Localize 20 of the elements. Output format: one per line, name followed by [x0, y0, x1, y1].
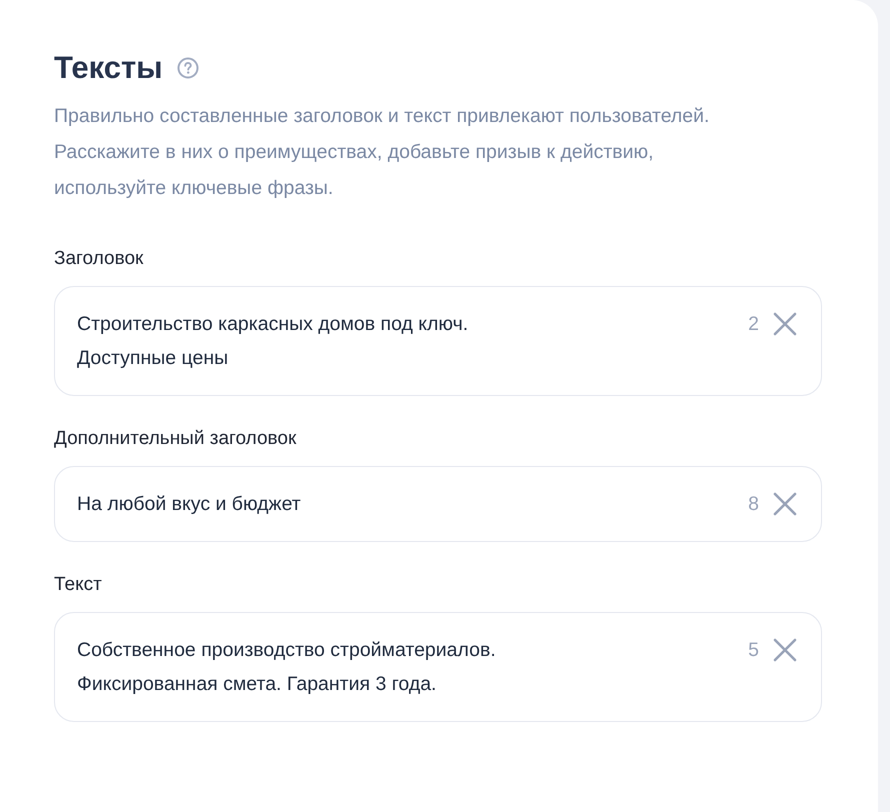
field-value-line: На любой вкус и бюджет [77, 492, 302, 517]
section-description: Правильно составленные заголовок и текст привлекают пользователей. Расскажите в них о преимуществах, добавьте призыв к действию, используйте ключевые фразы. [54, 104, 710, 201]
text-field[interactable]: На любой вкус и бюджет 8 [54, 466, 822, 542]
field-label: Дополнительный заголовок [54, 427, 298, 451]
clear-icon[interactable] [773, 492, 797, 516]
text-field[interactable]: Собственное производство стройматериалов. Фиксированная смета. Гарантия 3 года. 5 [54, 612, 822, 722]
text-field[interactable]: Строительство каркасных домов под ключ. Доступные цены 2 [54, 286, 822, 396]
help-icon[interactable] [176, 57, 199, 79]
field-value-line: Доступные цены [77, 346, 230, 371]
character-counter: 5 [748, 638, 759, 663]
section-title: Тексты [54, 49, 163, 87]
field-value-line: Строительство каркасных домов под ключ. [77, 312, 470, 337]
character-counter: 8 [748, 492, 759, 517]
clear-icon[interactable] [773, 638, 797, 662]
clear-icon[interactable] [773, 312, 797, 336]
field-label: Заголовок [54, 247, 144, 271]
field-value-line: Фиксированная смета. Гарантия 3 года. [77, 672, 438, 697]
field-label: Текст [54, 573, 103, 597]
character-counter: 2 [748, 312, 759, 337]
field-value-line: Собственное производство стройматериалов. [77, 638, 497, 663]
